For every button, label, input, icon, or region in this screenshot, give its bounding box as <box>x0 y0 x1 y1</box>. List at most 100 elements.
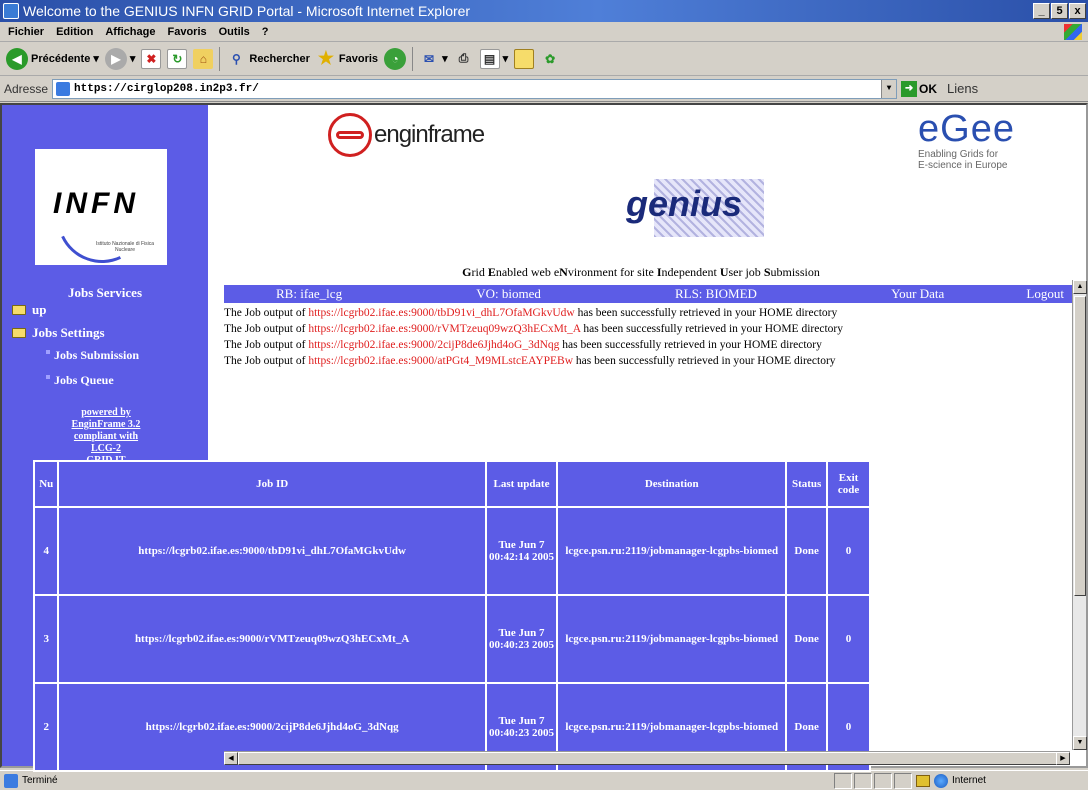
mail-icon[interactable]: ✉ <box>419 49 439 69</box>
window-title: Welcome to the GENIUS INFN GRID Portal -… <box>23 3 471 19</box>
table-row[interactable]: 3 https://lcgrb02.ifae.es:9000/rVMTzeuq0… <box>35 596 869 682</box>
scrollbar-thumb[interactable] <box>238 752 1058 765</box>
sidebar-item-jobs-settings[interactable]: Jobs Settings <box>12 325 105 341</box>
powered-line: LCG-2 <box>91 443 121 454</box>
bullet-icon <box>46 375 50 379</box>
messenger-icon[interactable]: ✿ <box>540 49 560 69</box>
tagline-part: ndependent <box>661 265 720 279</box>
cell-job-id[interactable]: https://lcgrb02.ifae.es:9000/rVMTzeuq09w… <box>59 596 485 682</box>
folder-icon[interactable] <box>514 48 535 69</box>
menu-affichage[interactable]: Affichage <box>105 26 155 38</box>
tagline-part: nabled web e <box>495 265 560 279</box>
tagline-part: vironment for site <box>567 265 657 279</box>
message-prefix: The Job output of <box>224 339 309 351</box>
sidebar-item-up[interactable]: up <box>12 302 46 318</box>
powered-line: EnginFrame 3.2 <box>71 419 141 430</box>
ie-icon <box>3 3 19 19</box>
infn-logo-subtitle: Istituto Nazionale di Fisica Nucleare <box>95 241 155 253</box>
status-pane <box>894 772 912 789</box>
cell-nu: 3 <box>35 596 58 682</box>
forward-button[interactable]: ▶ ▾ <box>104 47 136 70</box>
portal-tagline: Grid Enabled web eNvironment for site In… <box>208 265 1074 280</box>
search-icon: ⚲ <box>231 51 241 66</box>
sidebar-item-label: Jobs Settings <box>32 325 105 340</box>
search-button[interactable]: ⚲ Rechercher <box>226 49 310 69</box>
menu-outils[interactable]: Outils <box>219 26 250 38</box>
history-icon[interactable]: ◔ <box>384 47 407 70</box>
sidebar-item-label: up <box>32 302 47 317</box>
genius-logo-text: genius <box>626 183 743 224</box>
genius-logo: genius <box>618 175 768 237</box>
vo-label[interactable]: VO: biomed <box>424 286 567 302</box>
your-data-link[interactable]: Your Data <box>839 286 970 302</box>
enginframe-logo: enginframe <box>328 113 485 157</box>
egee-tagline-1: Enabling Grids for <box>918 149 999 160</box>
scroll-left-icon[interactable]: ◀ <box>224 752 238 765</box>
page-viewport: INFN Istituto Nazionale di Fisica Nuclea… <box>0 103 1088 772</box>
message-prefix: The Job output of <box>224 355 309 367</box>
tagline-initial: N <box>559 265 568 279</box>
sidebar-item-jobs-submission[interactable]: Jobs Submission <box>46 348 139 363</box>
edit-dropdown-icon[interactable]: ▾ <box>503 52 509 65</box>
toolbar: ◀ Précédente ▾ ▶ ▾ ✖ ↻ ⌂ ⚲ Rechercher ★ … <box>0 42 1088 76</box>
cell-nu: 4 <box>35 508 58 594</box>
scroll-down-icon[interactable]: ▼ <box>1073 736 1087 750</box>
links-button[interactable]: Liens <box>947 81 978 96</box>
scroll-up-icon[interactable]: ▲ <box>1073 280 1087 294</box>
refresh-icon[interactable]: ↻ <box>167 48 188 69</box>
message-line: The Job output of https://lcgrb02.ifae.e… <box>224 337 1069 353</box>
favorites-button[interactable]: ★ Favoris <box>316 48 378 69</box>
back-button[interactable]: ◀ Précédente ▾ <box>6 47 99 70</box>
close-button[interactable]: x <box>1069 3 1086 19</box>
lock-icon[interactable] <box>916 774 930 787</box>
back-dropdown-icon[interactable]: ▾ <box>93 52 99 65</box>
mail-dropdown-icon[interactable]: ▾ <box>442 52 448 65</box>
powered-by-link[interactable]: powered by EnginFrame 3.2 compliant with… <box>56 407 156 467</box>
tagline-part: ubmission <box>770 265 820 279</box>
menu-fichier[interactable]: Fichier <box>8 26 44 38</box>
sidebar-title: Jobs Services <box>67 285 143 300</box>
forward-arrow-icon: ▶ <box>104 47 127 70</box>
tagline-part: rid <box>471 265 488 279</box>
address-dropdown-icon[interactable]: ▼ <box>881 79 897 98</box>
menu-help[interactable]: ? <box>262 26 269 38</box>
sidebar-item-jobs-queue[interactable]: Jobs Queue <box>46 373 114 388</box>
cell-status: Done <box>787 508 827 594</box>
maximize-button[interactable]: 5 <box>1051 3 1068 19</box>
tagline-initial: S <box>763 265 771 279</box>
edit-icon[interactable]: ▤ <box>479 48 500 69</box>
go-arrow-icon: ➜ <box>901 80 918 97</box>
message-suffix: has been successfully retrieved in your … <box>580 323 843 335</box>
egee-tagline-2: E-science in Europe <box>918 160 1008 171</box>
scroll-right-icon[interactable]: ▶ <box>1056 752 1070 765</box>
col-header-last-update: Last update <box>486 462 557 506</box>
scrollbar-thumb[interactable] <box>1074 296 1086 596</box>
menu-edition[interactable]: Edition <box>56 26 93 38</box>
powered-line: compliant with <box>73 431 139 442</box>
vertical-scrollbar[interactable]: ▲ ▼ <box>1072 280 1087 750</box>
table-row[interactable]: 4 https://lcgrb02.ifae.es:9000/tbD91vi_d… <box>35 508 869 594</box>
stop-icon[interactable]: ✖ <box>141 48 162 69</box>
rls-label[interactable]: RLS: BIOMED <box>623 286 783 302</box>
col-header-nu: Nu <box>35 462 58 506</box>
print-icon[interactable]: ⎙ <box>454 49 474 69</box>
horizontal-scrollbar[interactable]: ◀ ▶ <box>224 751 1070 765</box>
job-output-link[interactable]: https://lcgrb02.ifae.es:9000/atPGt4_M9ML… <box>308 355 573 367</box>
minimize-button[interactable]: _ <box>1033 3 1050 19</box>
rb-label[interactable]: RB: ifae_lcg <box>224 286 368 302</box>
menu-bar: Fichier Edition Affichage Favoris Outils… <box>0 22 1088 42</box>
bullet-icon <box>46 350 50 354</box>
go-button[interactable]: ➜ OK <box>901 80 937 97</box>
cell-job-id[interactable]: https://lcgrb02.ifae.es:9000/tbD91vi_dhL… <box>59 508 485 594</box>
address-input[interactable]: https://cirglop208.in2p3.fr/ ▼ <box>52 78 898 99</box>
job-output-link[interactable]: https://lcgrb02.ifae.es:9000/tbD91vi_dhL… <box>308 307 574 319</box>
cell-destination: lcgce.psn.ru:2119/jobmanager-lcgpbs-biom… <box>558 508 786 594</box>
menu-favoris[interactable]: Favoris <box>167 26 206 38</box>
sidebar-item-label: Jobs Queue <box>54 373 114 387</box>
home-icon[interactable]: ⌂ <box>193 48 214 69</box>
job-output-link[interactable]: https://lcgrb02.ifae.es:9000/rVMTzeuq09w… <box>308 323 580 335</box>
logout-link[interactable]: Logout <box>1026 286 1074 302</box>
forward-dropdown-icon[interactable]: ▾ <box>130 52 136 65</box>
infn-logo-text: INFN <box>53 187 139 220</box>
job-output-link[interactable]: https://lcgrb02.ifae.es:9000/2cijP8de6Jj… <box>308 339 559 351</box>
